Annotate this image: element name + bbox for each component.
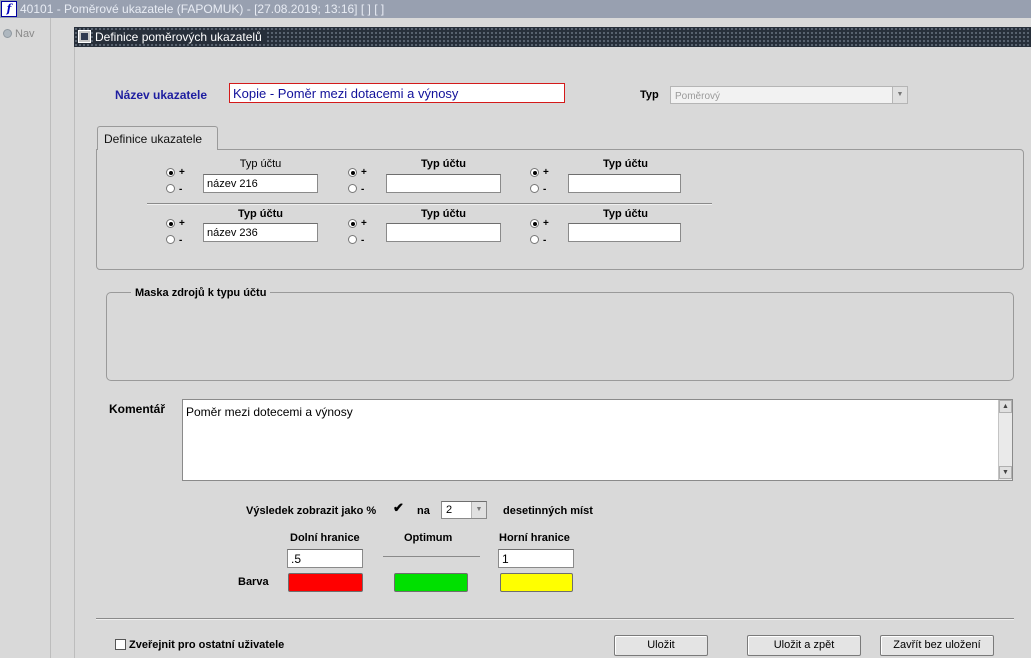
row-divider [147,203,712,205]
nav-label: Nav [15,28,35,40]
form-window-icon [78,30,91,43]
account-type-field[interactable] [568,223,681,242]
plus-sign: + [361,167,367,178]
upper-bound-label: Horní hranice [499,532,570,544]
result-label: Výsledek zobrazit jako % [246,505,377,517]
plus-radio[interactable] [166,168,175,177]
lower-bound-field[interactable]: .5 [287,549,363,568]
minus-sign: - [361,235,365,246]
minus-radio[interactable] [530,184,539,193]
form-window-icon-glyph [81,33,88,40]
type-label: Typ [640,89,659,101]
minus-radio[interactable] [348,235,357,244]
save-and-back-button[interactable]: Uložit a zpět [747,635,861,656]
scroll-down-icon[interactable]: ▼ [999,466,1012,479]
publish-checkbox[interactable] [115,639,126,650]
lower-color-swatch[interactable] [288,573,363,592]
minus-sign: - [179,184,183,195]
minus-radio[interactable] [166,184,175,193]
close-without-saving-button[interactable]: Zavřít bez uložení [880,635,994,656]
minus-radio[interactable] [166,235,175,244]
oracle-forms-icon: f [1,1,17,17]
minus-sign: - [543,184,547,195]
decimals-value: 2 [446,504,453,516]
plus-sign: + [543,167,549,178]
minus-sign: - [543,235,547,246]
optimum-label: Optimum [404,532,453,544]
publish-label: Zveřejnit pro ostatní uživatele [129,639,285,651]
minus-sign: - [361,184,365,195]
save-button[interactable]: Uložit [614,635,708,656]
name-label: Název ukazatele [115,88,208,102]
mask-title: Maska zdrojů k typu účtu [131,287,271,299]
optimum-color-swatch[interactable] [394,573,468,592]
comment-label: Komentář [109,402,166,416]
minus-radio[interactable] [530,235,539,244]
column-header: Typ účtu [239,158,282,170]
color-label: Barva [238,576,269,588]
account-type-field[interactable]: název 216 [203,174,318,193]
plus-sign: + [543,218,549,229]
form-title: Definice poměrových ukazatelů [95,30,266,44]
plus-sign: + [179,218,185,229]
column-header: Typ účtu [602,158,648,170]
minus-sign: - [179,235,183,246]
decimals-suffix: desetinných míst [503,505,593,517]
comment-textarea[interactable]: Poměr mezi dotecemi a výnosy [182,399,1013,481]
type-select[interactable]: Poměrový [670,86,908,104]
plus-radio[interactable] [166,219,175,228]
column-header: Typ účtu [420,158,466,170]
type-select-value: Poměrový [675,91,721,102]
comment-scrollbar[interactable]: ▲ ▼ [998,400,1012,480]
nav-radio[interactable] [3,29,12,38]
chevron-down-icon[interactable]: ▼ [892,87,907,103]
account-type-field[interactable] [386,174,501,193]
upper-color-swatch[interactable] [500,573,573,592]
column-header: Typ účtu [420,208,466,220]
window-title: 40101 - Poměrové ukazatele (FAPOMUK) - [… [20,2,385,16]
account-type-field[interactable] [568,174,681,193]
scroll-up-icon[interactable]: ▲ [999,400,1012,413]
minus-radio[interactable] [348,184,357,193]
account-type-field[interactable]: název 236 [203,223,318,242]
plus-radio[interactable] [530,219,539,228]
percent-checkbox[interactable]: ✔ [393,501,404,515]
plus-radio[interactable] [348,168,357,177]
plus-sign: + [361,218,367,229]
chevron-down-icon[interactable]: ▼ [471,502,486,518]
lower-bound-label: Dolní hranice [290,532,360,544]
column-header: Typ účtu [602,208,648,220]
bottom-divider [96,618,1014,620]
plus-radio[interactable] [348,219,357,228]
upper-bound-field[interactable]: 1 [498,549,574,568]
na-label: na [417,505,430,517]
optimum-divider [383,556,480,557]
nav-column [0,18,51,658]
column-header: Typ účtu [237,208,283,220]
name-field[interactable]: Kopie - Poměr mezi dotacemi a výnosy [229,83,565,103]
plus-radio[interactable] [530,168,539,177]
tab-label: Definice ukazatele [104,132,203,146]
plus-sign: + [179,167,185,178]
mask-panel [106,292,1014,381]
account-type-field[interactable] [386,223,501,242]
